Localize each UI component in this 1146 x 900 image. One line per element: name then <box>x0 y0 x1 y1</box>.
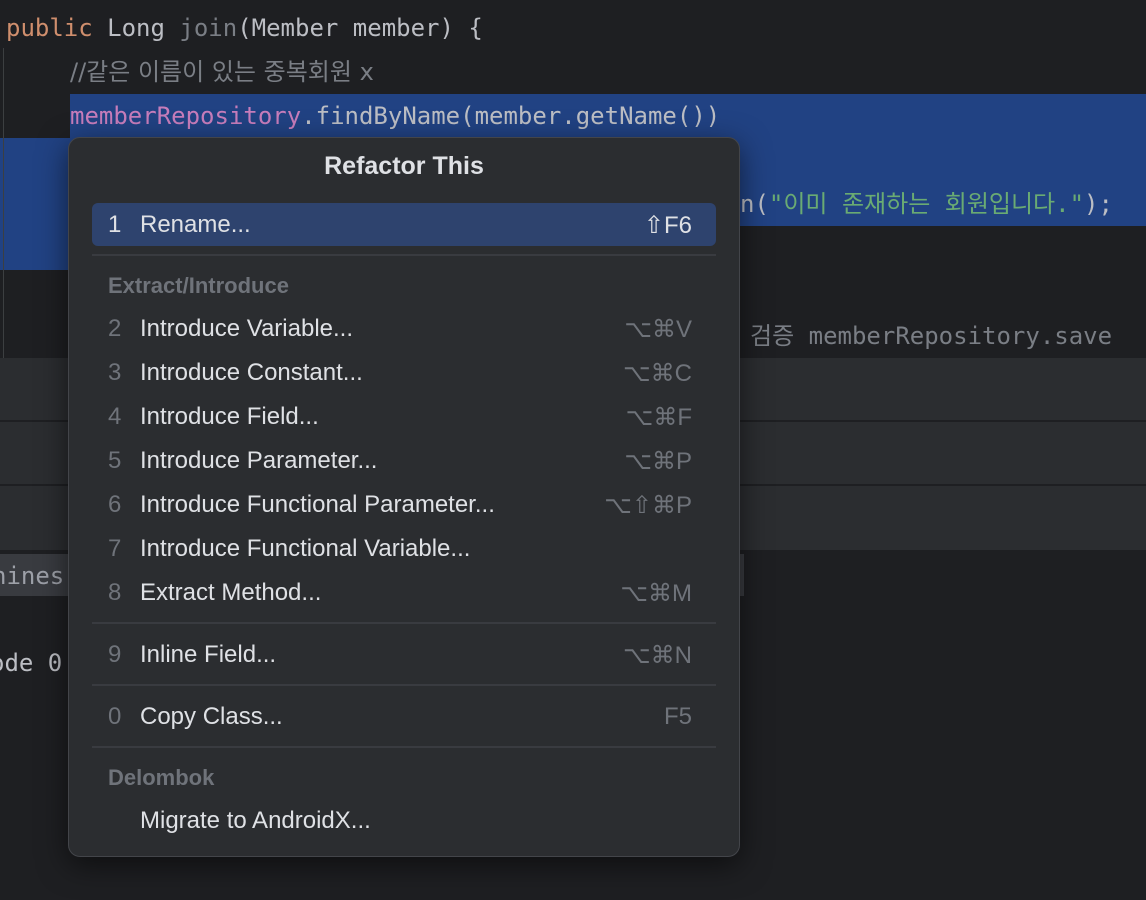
menu-item-migrate-androidx[interactable]: Migrate to AndroidX... <box>92 799 716 842</box>
menu-item-introduce-constant[interactable]: 3 Introduce Constant... ⌥⌘C <box>92 351 716 394</box>
code-line-1[interactable]: public Long join(Member member) { <box>6 6 483 50</box>
item-shortcut: ⌥⇧⌘P <box>604 492 692 519</box>
code-line-3[interactable]: memberRepository.findByName(member.getNa… <box>70 94 720 138</box>
field-member-repository: memberRepository <box>70 102 302 130</box>
indent-guide <box>3 48 4 358</box>
item-shortcut: ⇧F6 <box>643 212 692 239</box>
separator <box>92 684 716 686</box>
code-line-4[interactable]: n("이미 존재하는 회원입니다."); <box>740 182 1113 226</box>
menu-item-rename[interactable]: 1 Rename... ⇧F6 <box>92 203 716 246</box>
item-number: 0 <box>108 703 122 730</box>
item-number: 2 <box>108 315 122 342</box>
item-number: 8 <box>108 579 122 606</box>
menu-item-introduce-variable[interactable]: 2 Introduce Variable... ⌥⌘V <box>92 307 716 350</box>
selection-tail <box>0 226 68 270</box>
type-long: Long <box>107 14 165 42</box>
separator <box>92 254 716 256</box>
code-line-5[interactable]: 검증 memberRepository.save <box>750 314 1112 358</box>
call-find-by-name: .findByName(member.getName()) <box>301 102 721 130</box>
item-label: Introduce Variable... <box>140 315 354 342</box>
item-number: 1 <box>108 211 122 238</box>
method-params: (Member member) { <box>237 14 483 42</box>
method-name: join <box>179 14 238 42</box>
item-label: Introduce Functional Variable... <box>140 535 471 562</box>
item-shortcut: ⌥⌘V <box>624 316 692 343</box>
item-shortcut: ⌥⌘N <box>623 642 692 669</box>
keyword-public: public <box>6 14 93 42</box>
item-label: Introduce Constant... <box>140 359 363 386</box>
item-shortcut: F5 <box>663 703 692 730</box>
string-literal: "이미 존재하는 회원입니다." <box>768 190 1085 218</box>
group-label-extract: Extract/Introduce <box>108 273 289 298</box>
inline-comment: 검증 <box>750 322 795 350</box>
item-number: 9 <box>108 641 122 668</box>
item-shortcut: ⌥⌘M <box>620 580 692 607</box>
item-label: Introduce Field... <box>140 403 319 430</box>
item-shortcut: ⌥⌘F <box>625 404 692 431</box>
item-number: 5 <box>108 447 122 474</box>
item-label: Extract Method... <box>140 579 322 606</box>
item-number: 7 <box>108 535 122 562</box>
item-number: 4 <box>108 403 122 430</box>
separator <box>92 622 716 624</box>
item-label: Introduce Parameter... <box>140 447 378 474</box>
item-label: Inline Field... <box>140 641 277 668</box>
menu-item-introduce-parameter[interactable]: 5 Introduce Parameter... ⌥⌘P <box>92 439 716 482</box>
menu-item-inline-field[interactable]: 9 Inline Field... ⌥⌘N <box>92 633 716 676</box>
item-label: Migrate to AndroidX... <box>140 807 371 834</box>
item-shortcut: ⌥⌘P <box>624 448 692 475</box>
menu-item-copy-class[interactable]: 0 Copy Class... F5 <box>92 695 716 738</box>
refactor-this-popup: Refactor This 1 Rename... ⇧F6 Extract/In… <box>68 137 740 857</box>
call-prefix: n( <box>740 190 769 218</box>
inline-code-hint: memberRepository.save <box>808 322 1113 350</box>
menu-item-introduce-functional-variable[interactable]: 7 Introduce Functional Variable... <box>92 527 716 570</box>
run-tab-label: hines <box>0 562 65 590</box>
code-line-2[interactable]: //같은 이름이 있는 중복회원 x <box>70 50 374 94</box>
call-suffix: ); <box>1084 190 1113 218</box>
separator <box>92 746 716 748</box>
group-label-delombok: Delombok <box>108 765 215 790</box>
popup-title: Refactor This <box>324 152 484 180</box>
item-number: 6 <box>108 491 122 518</box>
item-label: Copy Class... <box>140 703 283 730</box>
item-shortcut: ⌥⌘C <box>623 360 692 387</box>
item-label: Rename... <box>140 211 251 238</box>
menu-item-extract-method[interactable]: 8 Extract Method... ⌥⌘M <box>92 571 716 614</box>
console-output: ode 0 <box>0 649 63 677</box>
menu-item-introduce-functional-parameter[interactable]: 6 Introduce Functional Parameter... ⌥⇧⌘P <box>92 483 716 526</box>
item-label: Introduce Functional Parameter... <box>140 491 495 518</box>
menu-item-introduce-field[interactable]: 4 Introduce Field... ⌥⌘F <box>92 395 716 438</box>
item-number: 3 <box>108 359 122 386</box>
